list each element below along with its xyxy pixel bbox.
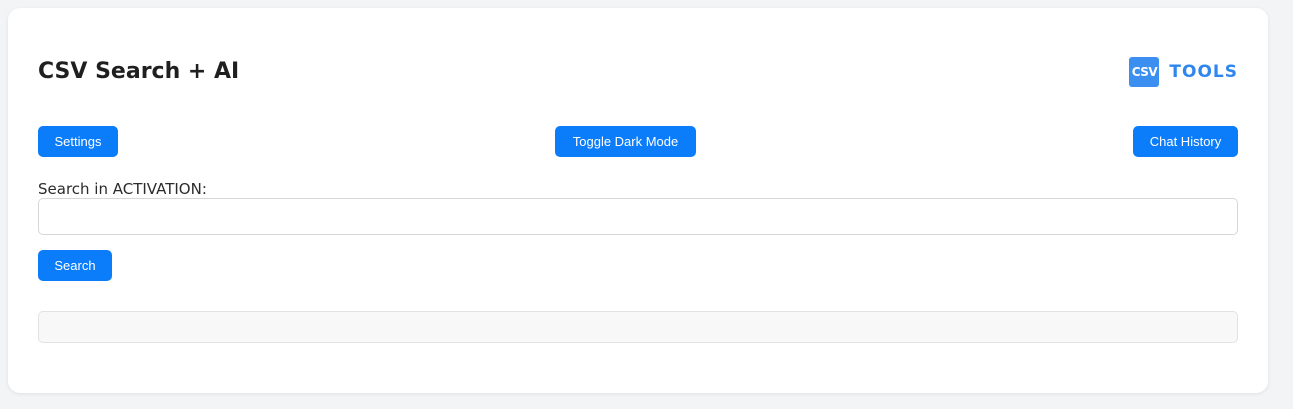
settings-button[interactable]: Settings [38,126,118,157]
page-title: CSV Search + AI [38,59,240,84]
main-card: CSV Search + AI CSV TOOLS Settings Toggl… [8,8,1268,393]
results-box [38,311,1238,343]
search-input[interactable] [38,198,1238,235]
search-button[interactable]: Search [38,250,112,281]
search-label: Search in ACTIVATION: [38,180,207,198]
chat-history-button[interactable]: Chat History [1133,126,1238,157]
logo-text: TOOLS [1169,62,1238,82]
toggle-dark-mode-button[interactable]: Toggle Dark Mode [555,126,696,157]
logo: CSV TOOLS [1129,57,1238,87]
csv-logo-icon: CSV [1129,57,1160,87]
